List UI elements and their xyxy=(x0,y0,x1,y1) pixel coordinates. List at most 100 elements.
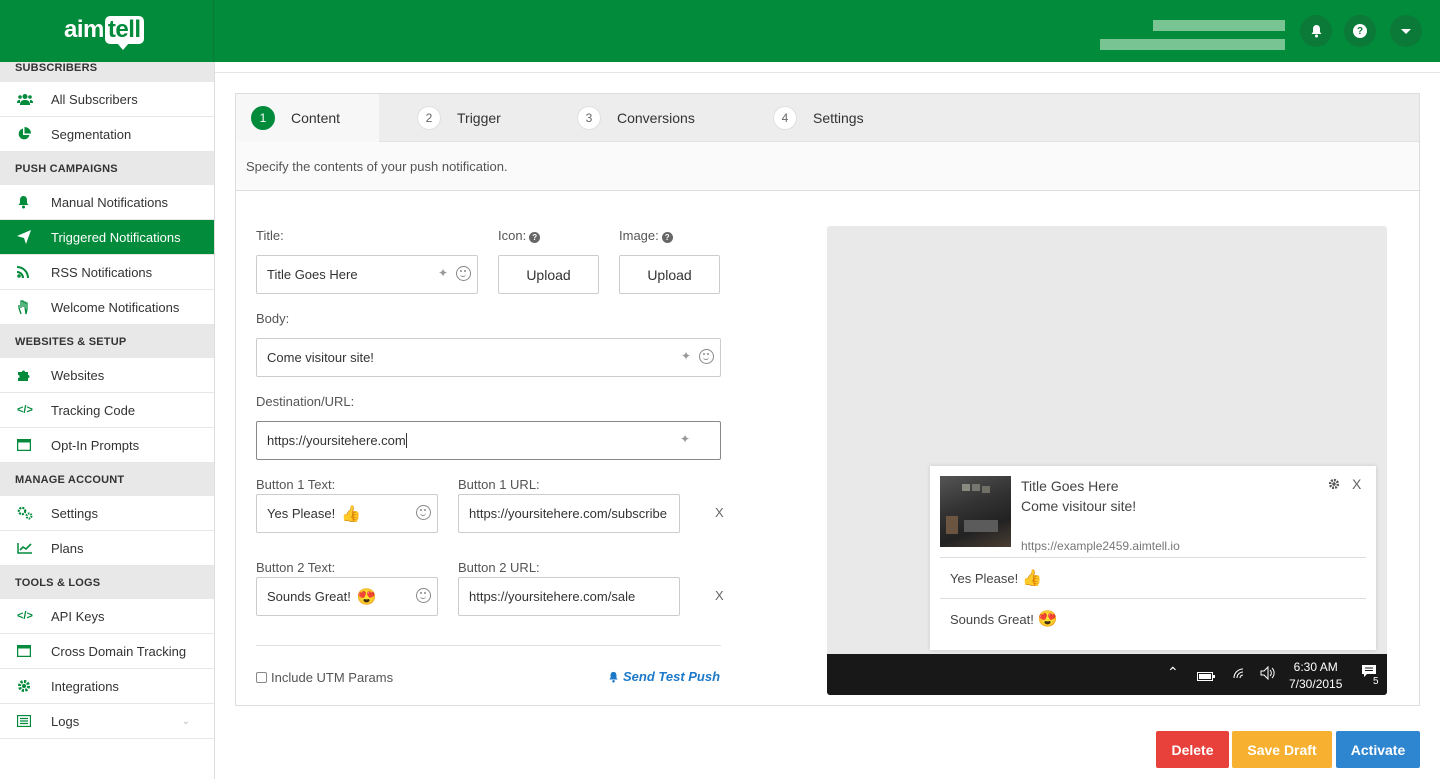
chevron-up-icon: ⌃ xyxy=(1167,664,1179,680)
remove-button2[interactable]: X xyxy=(715,588,724,603)
tab-label: Conversions xyxy=(617,110,695,126)
magic-wand-icon[interactable]: ✦ xyxy=(681,349,691,364)
sidebar-item-label: Websites xyxy=(51,367,105,383)
sidebar-item-plans[interactable]: Plans xyxy=(0,531,214,566)
tab-content[interactable]: 1 Content xyxy=(236,94,379,142)
main-content: 1 Content 2 Trigger 3 Conversions 4 Settings… xyxy=(215,62,1440,779)
sidebar-item-label: All Subscribers xyxy=(51,91,138,107)
sidebar-item-label: API Keys xyxy=(51,608,105,624)
remove-button1[interactable]: X xyxy=(715,505,724,520)
preview-button2: Sounds Great! 😍 xyxy=(950,609,1058,629)
image-upload-button[interactable]: Upload xyxy=(619,255,720,294)
users-icon xyxy=(0,93,51,106)
help-button[interactable]: ? xyxy=(1344,15,1376,47)
sidebar-item-logs[interactable]: Logs ⌄ xyxy=(0,704,214,739)
notifications-button[interactable] xyxy=(1300,15,1332,47)
sidebar-item-segmentation[interactable]: Segmentation xyxy=(0,117,214,152)
utm-checkbox-row[interactable]: Include UTM Params xyxy=(256,670,393,685)
logo[interactable]: aim tell xyxy=(64,16,144,50)
sidebar-item-label: Welcome Notifications xyxy=(51,299,180,315)
image-label: Image:? xyxy=(619,228,673,243)
utm-checkbox[interactable] xyxy=(256,672,267,683)
emoji-icon[interactable] xyxy=(699,349,714,364)
window-icon xyxy=(0,439,51,451)
button1-text-input[interactable]: Yes Please! 👍 xyxy=(256,494,438,533)
magic-wand-icon[interactable]: ✦ xyxy=(438,266,448,281)
title-input-value: Title Goes Here xyxy=(267,267,358,282)
bell-icon xyxy=(1311,25,1321,38)
sidebar-item-api-keys[interactable]: </> API Keys xyxy=(0,599,214,634)
save-draft-button[interactable]: Save Draft xyxy=(1232,731,1332,768)
sidebar-item-all-subscribers[interactable]: All Subscribers xyxy=(0,82,214,117)
icon-label-text: Icon: xyxy=(498,228,527,243)
sidebar-item-cross-domain-tracking[interactable]: Cross Domain Tracking xyxy=(0,634,214,669)
button2-text-label: Button 2 Text: xyxy=(256,560,336,575)
notification-preview: Title Goes Here Come visitour site! http… xyxy=(827,226,1387,695)
tab-trigger[interactable]: 2 Trigger xyxy=(417,94,501,142)
tab-label: Content xyxy=(291,110,341,126)
sidebar-item-label: Cross Domain Tracking xyxy=(51,643,187,659)
window-icon xyxy=(0,645,51,657)
emoji-icon[interactable] xyxy=(416,588,431,603)
body-label: Body: xyxy=(256,311,290,326)
button2-text-value: Sounds Great! xyxy=(267,589,351,604)
wizard-tabs: 1 Content 2 Trigger 3 Conversions 4 Settings xyxy=(236,94,1419,142)
account-menu-button[interactable] xyxy=(1390,15,1422,47)
button1-url-input[interactable]: https://yoursitehere.com/subscribe xyxy=(458,494,680,533)
tab-conversions[interactable]: 3 Conversions xyxy=(577,94,695,142)
emoji-icon[interactable] xyxy=(416,505,431,520)
body-input[interactable]: Come visitour site! ✦ xyxy=(256,338,721,377)
icon-upload-button[interactable]: Upload xyxy=(498,255,599,294)
sidebar-section-manage-account: MANAGE ACCOUNT xyxy=(0,463,214,496)
code-icon: </> xyxy=(17,404,33,416)
sidebar-item-integrations[interactable]: Integrations xyxy=(0,669,214,704)
preview-body: Come visitour site! xyxy=(1021,498,1137,514)
delete-button[interactable]: Delete xyxy=(1156,731,1229,768)
step-number: 3 xyxy=(577,106,601,130)
caret-down-icon xyxy=(1401,28,1411,34)
text-cursor xyxy=(405,433,407,448)
sidebar-item-opt-in-prompts[interactable]: Opt-In Prompts xyxy=(0,428,214,463)
gear-icon xyxy=(0,679,51,693)
sidebar-item-rss-notifications[interactable]: RSS Notifications xyxy=(0,255,214,290)
activate-button[interactable]: Activate xyxy=(1336,731,1420,768)
button2-url-input[interactable]: https://yoursitehere.com/sale xyxy=(458,577,680,616)
sidebar-item-welcome-notifications[interactable]: Welcome Notifications xyxy=(0,290,214,325)
thumbs-up-emoji-icon: 👍 xyxy=(341,505,362,523)
chevron-down-icon: ⌄ xyxy=(181,715,190,727)
help-icon[interactable]: ? xyxy=(529,232,541,243)
thumbs-up-emoji-icon: 👍 xyxy=(1022,570,1043,587)
sidebar-item-tracking-code[interactable]: </> Tracking Code xyxy=(0,393,214,428)
sidebar-item-label: Tracking Code xyxy=(51,402,136,418)
emoji-icon[interactable] xyxy=(456,266,471,281)
help-icon[interactable]: ? xyxy=(661,232,673,243)
preview-notification-card: Title Goes Here Come visitour site! http… xyxy=(930,466,1376,650)
button1-url-value: https://yoursitehere.com/subscribe xyxy=(469,506,667,521)
campaign-editor-panel: 1 Content 2 Trigger 3 Conversions 4 Settings… xyxy=(235,93,1420,706)
utm-label: Include UTM Params xyxy=(271,670,394,685)
sidebar-item-manual-notifications[interactable]: Manual Notifications xyxy=(0,185,214,220)
button2-text-input[interactable]: Sounds Great! 😍 xyxy=(256,577,438,616)
url-input-value: https://yoursitehere.com xyxy=(267,433,406,448)
sidebar-item-label: Triggered Notifications xyxy=(51,229,181,245)
paper-plane-icon xyxy=(0,230,51,244)
tab-settings[interactable]: 4 Settings xyxy=(773,94,864,142)
title-input[interactable]: Title Goes Here ✦ xyxy=(256,255,478,294)
preview-title: Title Goes Here xyxy=(1021,478,1119,494)
sidebar-item-label: RSS Notifications xyxy=(51,264,153,280)
destination-url-input[interactable]: https://yoursitehere.com ✦ xyxy=(256,421,721,460)
rss-icon xyxy=(0,266,51,278)
hand-wave-icon xyxy=(0,299,51,315)
sidebar-item-label: Segmentation xyxy=(51,126,132,142)
tab-label: Settings xyxy=(813,110,864,126)
send-test-push-link[interactable]: Send Test Push xyxy=(608,669,720,684)
sidebar-section-push-campaigns: PUSH CAMPAIGNS xyxy=(0,152,214,185)
magic-wand-icon[interactable]: ✦ xyxy=(680,432,690,446)
sidebar-item-websites[interactable]: Websites xyxy=(0,358,214,393)
sidebar-item-settings[interactable]: Settings xyxy=(0,496,214,531)
sidebar-item-triggered-notifications[interactable]: Triggered Notifications xyxy=(0,220,214,255)
code-icon: </> xyxy=(17,610,33,622)
image-label-text: Image: xyxy=(619,228,659,243)
speaker-icon xyxy=(1260,665,1276,683)
sidebar-item-label: Manual Notifications xyxy=(51,194,169,210)
